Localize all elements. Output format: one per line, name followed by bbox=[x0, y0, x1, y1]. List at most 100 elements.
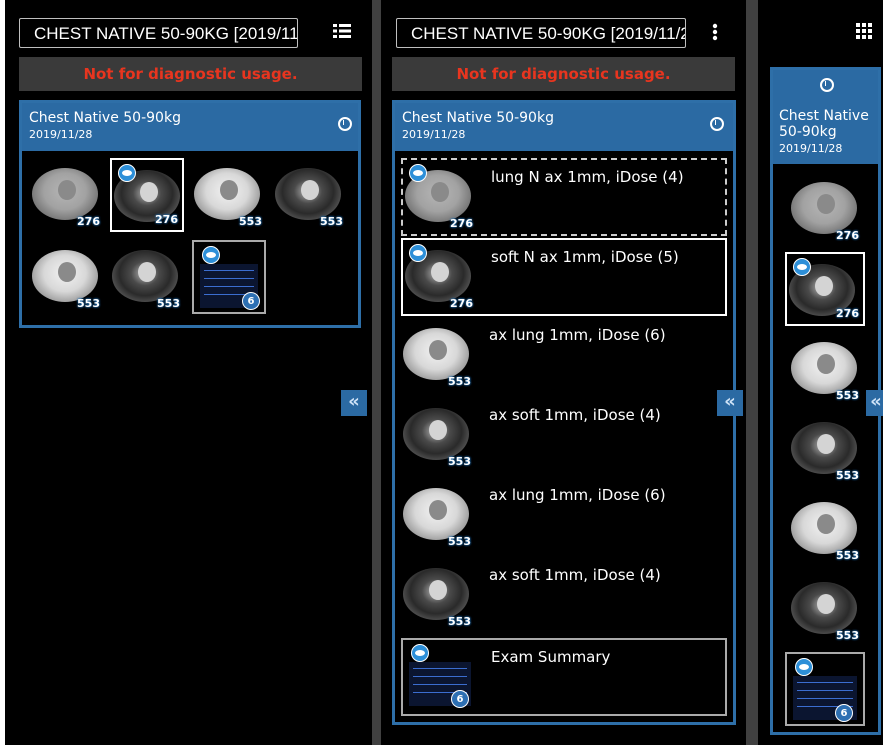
image-count-badge: 6 bbox=[242, 292, 260, 310]
ct-heart-region bbox=[817, 514, 835, 534]
study-header: Chest Native 50-90kg 2019/11/28 bbox=[395, 103, 733, 151]
double-chevron-left-icon[interactable]: « bbox=[341, 390, 367, 416]
thumbnail-grid-panel: CHEST NATIVE 50-90KG [2019/11/28] Not fo… bbox=[5, 0, 372, 745]
series-label: soft N ax 1mm, iDose (5) bbox=[491, 248, 679, 266]
exam-summary-thumbnail[interactable]: 6 bbox=[192, 240, 266, 314]
study-selector-button[interactable]: CHEST NATIVE 50-90KG [2019/11/28] bbox=[19, 18, 298, 48]
series-thumbnail[interactable]: 553 bbox=[192, 158, 266, 232]
image-count-badge: 553 bbox=[448, 375, 471, 388]
ct-heart-region bbox=[815, 276, 833, 296]
ct-heart-region bbox=[817, 194, 835, 214]
series-thumbnail[interactable]: 553 bbox=[401, 318, 475, 392]
series-label: ax soft 1mm, iDose (4) bbox=[489, 566, 661, 584]
download-icon[interactable] bbox=[338, 117, 352, 131]
diagnostic-warning: Not for diagnostic usage. bbox=[392, 57, 735, 91]
series-label: ax lung 1mm, iDose (6) bbox=[489, 486, 666, 504]
series-thumbnail[interactable]: 276 bbox=[403, 240, 477, 314]
study-card[interactable]: Chest Native 50-90kg 2019/11/28 276 276 55… bbox=[19, 100, 361, 328]
download-icon[interactable] bbox=[710, 117, 724, 131]
ct-heart-region bbox=[817, 434, 835, 454]
exam-summary-thumbnail[interactable]: 6 bbox=[403, 640, 477, 714]
compact-thumbnail-panel: Chest Native 50-90kg 2019/11/28 276 276 55… bbox=[758, 0, 883, 745]
study-title: Chest Native 50-90kg bbox=[29, 110, 181, 126]
series-row[interactable]: 276 soft N ax 1mm, iDose (5) bbox=[401, 238, 727, 316]
image-count-badge: 553 bbox=[448, 535, 471, 548]
grid-view-icon[interactable] bbox=[852, 22, 876, 44]
eye-icon[interactable] bbox=[118, 164, 136, 182]
ct-heart-region bbox=[58, 180, 76, 200]
ct-heart-region bbox=[429, 500, 447, 520]
ct-heart-region bbox=[431, 262, 449, 282]
series-list-panel: CHEST NATIVE 50-90KG [2019/11/28] Not fo… bbox=[381, 0, 746, 745]
ct-heart-region bbox=[817, 594, 835, 614]
series-thumbnail[interactable]: 553 bbox=[789, 492, 863, 566]
double-chevron-left-icon[interactable]: « bbox=[866, 390, 883, 416]
series-row[interactable]: 553 ax lung 1mm, iDose (6) bbox=[401, 478, 727, 556]
download-icon[interactable] bbox=[820, 78, 834, 92]
double-chevron-left-icon[interactable]: « bbox=[717, 390, 743, 416]
series-row[interactable]: 553 ax soft 1mm, iDose (4) bbox=[401, 398, 727, 476]
ct-heart-region bbox=[429, 420, 447, 440]
eye-icon[interactable] bbox=[202, 246, 220, 264]
series-thumbnail[interactable]: 276 bbox=[403, 160, 477, 234]
series-thumbnail[interactable]: 276 bbox=[789, 172, 863, 246]
ct-heart-region bbox=[431, 182, 449, 202]
series-thumbnail[interactable]: 553 bbox=[30, 240, 104, 314]
study-header: Chest Native 50-90kg 2019/11/28 bbox=[773, 70, 878, 164]
eye-icon[interactable] bbox=[409, 244, 427, 262]
series-thumbnail[interactable]: 553 bbox=[273, 158, 347, 232]
exam-summary-row[interactable]: 6 Exam Summary bbox=[401, 638, 727, 716]
series-label: lung N ax 1mm, iDose (4) bbox=[491, 168, 684, 186]
study-card[interactable]: Chest Native 50-90kg 2019/11/28 276 lung … bbox=[392, 100, 736, 725]
exam-summary-thumbnail[interactable]: 6 bbox=[785, 652, 865, 726]
image-count-badge: 553 bbox=[320, 215, 343, 228]
series-row[interactable]: 553 ax soft 1mm, iDose (4) bbox=[401, 558, 727, 636]
study-title: Chest Native bbox=[779, 108, 869, 124]
study-selector-button[interactable]: CHEST NATIVE 50-90KG [2019/11/28] bbox=[396, 18, 686, 48]
image-count-badge: 553 bbox=[448, 615, 471, 628]
ct-heart-region bbox=[140, 182, 158, 202]
study-date: 2019/11/28 bbox=[779, 142, 843, 155]
image-count-badge: 276 bbox=[450, 297, 473, 310]
study-card[interactable]: Chest Native 50-90kg 2019/11/28 276 276 55… bbox=[770, 67, 881, 735]
series-row[interactable]: 553 ax lung 1mm, iDose (6) bbox=[401, 318, 727, 396]
image-count-badge: 276 bbox=[77, 215, 100, 228]
image-count-badge: 276 bbox=[836, 307, 859, 320]
series-row[interactable]: 276 lung N ax 1mm, iDose (4) bbox=[401, 158, 727, 236]
ct-heart-region bbox=[429, 340, 447, 360]
ct-heart-region bbox=[817, 354, 835, 374]
series-thumbnail[interactable]: 553 bbox=[401, 558, 475, 632]
image-count-badge: 553 bbox=[836, 389, 859, 402]
image-count-badge: 553 bbox=[836, 549, 859, 562]
series-thumbnail[interactable]: 276 bbox=[110, 158, 184, 232]
image-count-badge: 276 bbox=[836, 229, 859, 242]
image-count-badge: 553 bbox=[448, 455, 471, 468]
eye-icon[interactable] bbox=[793, 258, 811, 276]
list-view-icon[interactable] bbox=[330, 22, 354, 44]
study-date: 2019/11/28 bbox=[402, 128, 466, 141]
ct-heart-region bbox=[58, 262, 76, 282]
image-count-badge: 553 bbox=[239, 215, 262, 228]
series-thumbnail[interactable]: 276 bbox=[30, 158, 104, 232]
series-label: ax soft 1mm, iDose (4) bbox=[489, 406, 661, 424]
series-thumbnail[interactable]: 276 bbox=[785, 252, 865, 326]
series-thumbnail[interactable]: 553 bbox=[789, 332, 863, 406]
eye-icon[interactable] bbox=[409, 164, 427, 182]
series-thumbnail[interactable]: 553 bbox=[110, 240, 184, 314]
series-thumbnail[interactable]: 553 bbox=[789, 412, 863, 486]
study-header: Chest Native 50-90kg 2019/11/28 bbox=[22, 103, 358, 151]
diagnostic-warning: Not for diagnostic usage. bbox=[19, 57, 362, 91]
study-title: Chest Native 50-90kg bbox=[402, 110, 554, 126]
image-count-badge: 553 bbox=[836, 629, 859, 642]
eye-icon[interactable] bbox=[411, 644, 429, 662]
image-count-badge: 276 bbox=[155, 213, 178, 226]
series-label: ax lung 1mm, iDose (6) bbox=[489, 326, 666, 344]
series-thumbnail[interactable]: 553 bbox=[401, 478, 475, 552]
eye-icon[interactable] bbox=[795, 658, 813, 676]
more-vertical-icon[interactable] bbox=[703, 22, 727, 44]
series-label: Exam Summary bbox=[491, 648, 611, 666]
series-thumbnail[interactable]: 553 bbox=[401, 398, 475, 472]
image-count-badge: 553 bbox=[836, 469, 859, 482]
series-thumbnail[interactable]: 553 bbox=[789, 572, 863, 646]
ct-heart-region bbox=[301, 180, 319, 200]
